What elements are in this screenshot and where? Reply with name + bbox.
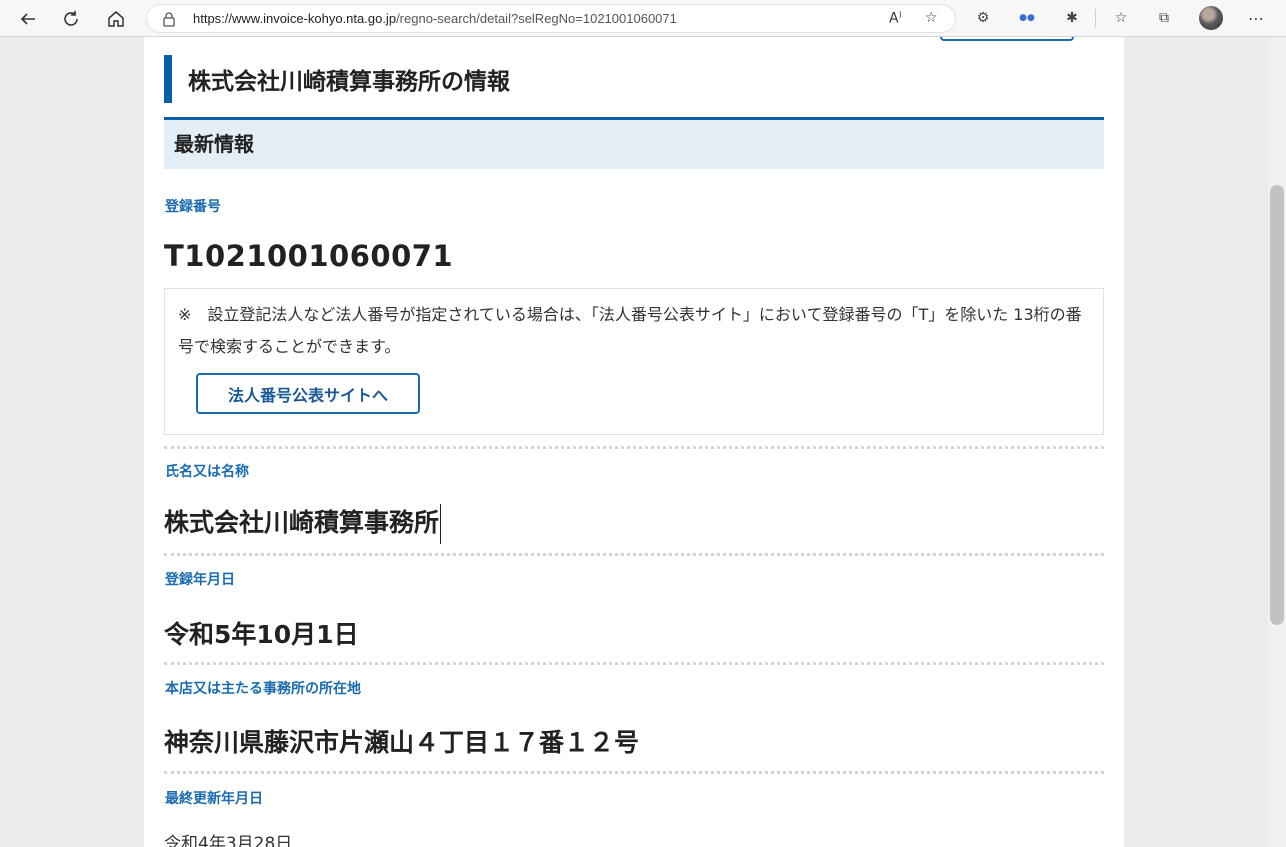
section-title: 最新情報 bbox=[174, 132, 254, 156]
url-path: /regno-search/detail?selRegNo=1021001060… bbox=[396, 11, 677, 26]
read-aloud-icon[interactable]: A) bbox=[889, 10, 902, 27]
name-value-wrap: 株式会社川崎積算事務所 bbox=[164, 503, 442, 544]
name-label: 氏名又は名称 bbox=[165, 464, 249, 480]
toolbar-divider bbox=[1095, 9, 1096, 27]
corporate-number-site-button[interactable]: 法人番号公表サイトへ bbox=[196, 373, 420, 414]
text-caret bbox=[440, 504, 442, 544]
home-icon bbox=[108, 11, 124, 27]
more-menu-icon[interactable]: ⋯ bbox=[1245, 7, 1267, 29]
url-text: https://www.invoice-kohyo.nta.go.jp/regn… bbox=[193, 11, 677, 26]
section-header: 最新情報 bbox=[164, 117, 1104, 169]
divider bbox=[164, 662, 1104, 665]
registration-number-value: T1021001060071 bbox=[164, 239, 454, 273]
profile-avatar[interactable] bbox=[1199, 6, 1223, 30]
url-host: https://www.invoice-kohyo.nta.go.jp bbox=[193, 11, 397, 26]
divider bbox=[164, 553, 1104, 556]
favorites-icon[interactable]: ☆ bbox=[1110, 7, 1132, 29]
address-bar[interactable]: https://www.invoice-kohyo.nta.go.jp/regn… bbox=[146, 4, 956, 33]
scrollbar-thumb[interactable] bbox=[1270, 185, 1284, 625]
address-label: 本店又は主たる事務所の所在地 bbox=[165, 681, 361, 697]
home-button[interactable] bbox=[101, 4, 131, 34]
divider bbox=[164, 771, 1104, 774]
name-value: 株式会社川崎積算事務所 bbox=[164, 508, 440, 537]
divider bbox=[164, 446, 1104, 449]
last-updated-label: 最終更新年月日 bbox=[165, 791, 263, 807]
note-box: ※ 設立登記法人など法人番号が指定されている場合は、「法人番号公表サイト」におい… bbox=[164, 288, 1104, 435]
page-title: 株式会社川崎積算事務所の情報 bbox=[188, 69, 510, 95]
refresh-button[interactable] bbox=[56, 4, 86, 34]
address-value: 神奈川県藤沢市片瀬山４丁目１７番１２号 bbox=[164, 728, 640, 757]
add-favorite-icon[interactable]: ☆ bbox=[925, 10, 938, 26]
arrow-left-icon bbox=[20, 13, 35, 25]
last-updated-value: 令和4年3月28日 bbox=[164, 834, 293, 847]
registration-date-label: 登録年月日 bbox=[165, 572, 235, 588]
refresh-icon bbox=[64, 11, 78, 26]
extensions-icon[interactable]: ✱ bbox=[1061, 7, 1083, 29]
collections-icon[interactable]: ⧉ bbox=[1153, 7, 1175, 29]
extension-2-icon[interactable]: ●● bbox=[1016, 7, 1038, 29]
registration-date-value: 令和5年10月1日 bbox=[164, 620, 359, 649]
lock-icon bbox=[163, 12, 175, 27]
page-title-block: 株式会社川崎積算事務所の情報 bbox=[164, 55, 510, 103]
back-button[interactable] bbox=[13, 4, 43, 34]
registration-number-label: 登録番号 bbox=[165, 199, 221, 215]
top-button-edge[interactable] bbox=[940, 37, 1074, 41]
note-text: ※ 設立登記法人など法人番号が指定されている場合は、「法人番号公表サイト」におい… bbox=[178, 305, 1082, 356]
browser-toolbar: https://www.invoice-kohyo.nta.go.jp/regn… bbox=[0, 0, 1286, 37]
extension-1-icon[interactable]: ⚙ bbox=[972, 7, 994, 29]
page-content: 株式会社川崎積算事務所の情報 最新情報 登録番号 T1021001060071 … bbox=[144, 37, 1124, 847]
